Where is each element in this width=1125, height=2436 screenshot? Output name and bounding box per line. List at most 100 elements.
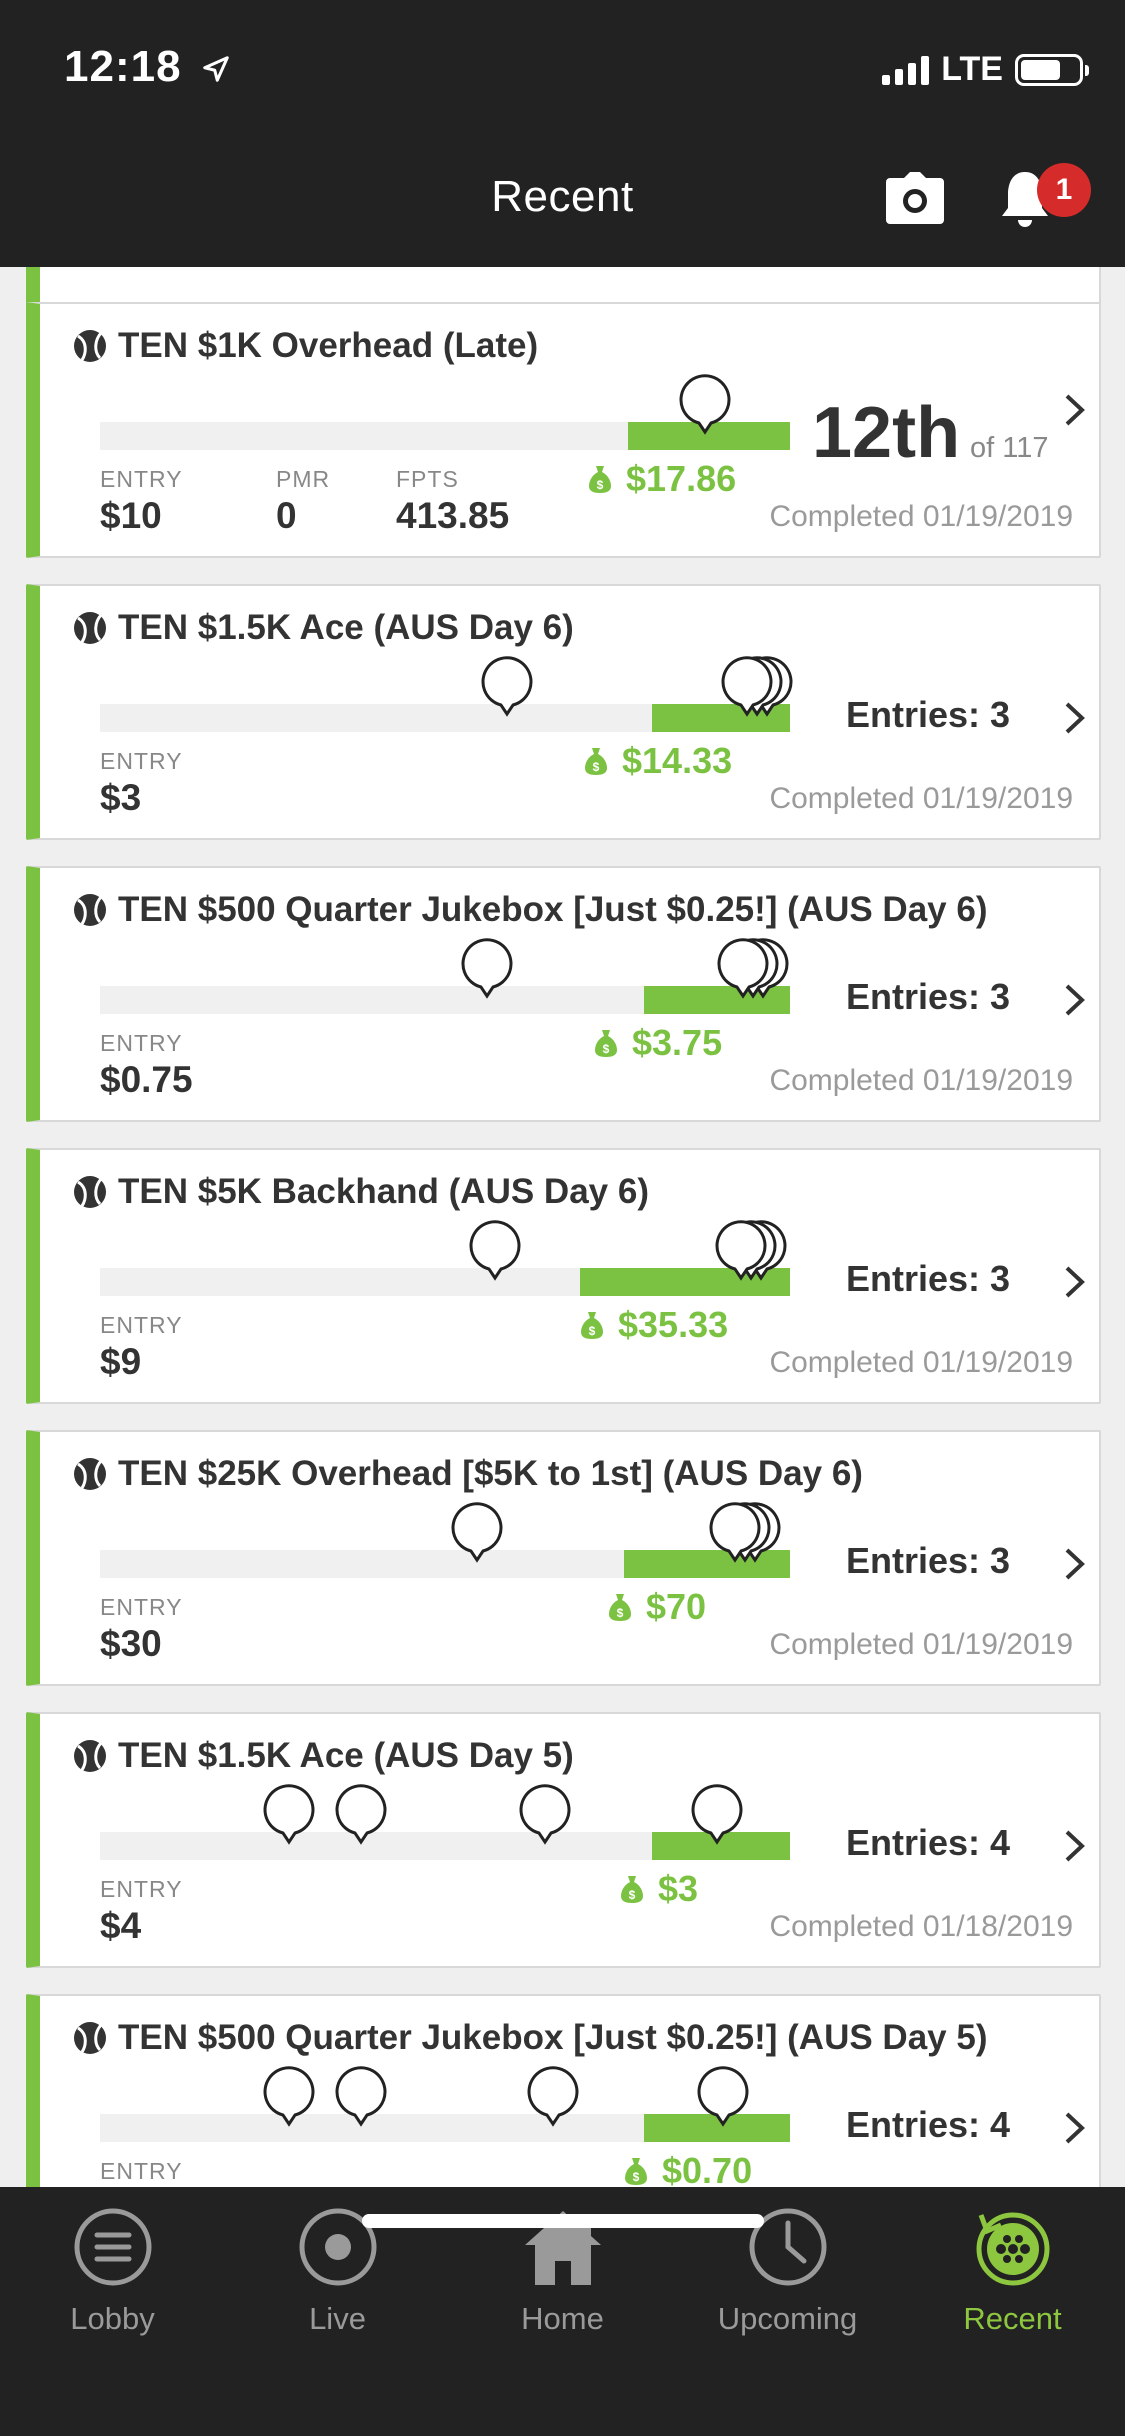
svg-text:$: $ <box>593 760 600 774</box>
prize-amount: $ $3 <box>620 1868 698 1910</box>
pmr-label: PMR <box>276 466 331 492</box>
entry-fee: $10 <box>100 495 162 536</box>
home-indicator[interactable] <box>362 2214 764 2228</box>
contest-title: TEN $5K Backhand (AUS Day 6) <box>72 1172 649 1212</box>
lineup-marker[interactable] <box>696 2066 750 2128</box>
chevron-right-icon[interactable] <box>1062 1264 1088 1300</box>
contest-meta: ENTRY $9 <box>100 1312 183 1383</box>
contest-card[interactable]: TEN $5K Backhand (AUS Day 6) $ $35.33 En… <box>26 1148 1101 1404</box>
completed-date: Completed 01/19/2019 <box>769 782 1073 815</box>
money-bag-icon: $ <box>589 466 611 493</box>
svg-text:$: $ <box>603 1042 610 1056</box>
completed-date: Completed 01/19/2019 <box>769 1628 1073 1661</box>
progress-track <box>100 1268 790 1296</box>
chevron-right-icon[interactable] <box>1062 1546 1088 1582</box>
entries-count: Entries: 4 <box>846 2104 1011 2145</box>
contest-meta: ENTRY $10 PMR 0 FPTS 413.85 <box>100 466 509 537</box>
contest-title-text: TEN $1.5K Ace (AUS Day 5) <box>118 1736 574 1775</box>
lineup-marker[interactable] <box>720 656 774 718</box>
prize-text: $3 <box>658 1868 699 1909</box>
status-time: 12:18 <box>64 42 231 92</box>
progress-track <box>100 1832 790 1860</box>
entries-count: Entries: 3 <box>846 1258 1011 1299</box>
entries-count: Entries: 3 <box>846 694 1011 735</box>
prize-text: $17.86 <box>626 458 737 499</box>
prize-text: $70 <box>646 1586 707 1627</box>
lineup-marker[interactable] <box>678 374 732 436</box>
contest-title-text: TEN $500 Quarter Jukebox [Just $0.25!] (… <box>118 2018 988 2057</box>
entries-count: Entries: 3 <box>846 1540 1011 1581</box>
completed-date: Completed 01/19/2019 <box>769 1064 1073 1097</box>
lineup-marker[interactable] <box>518 1784 572 1846</box>
prize-amount: $ $3.75 <box>594 1022 722 1064</box>
contest-card[interactable]: TEN $1K Overhead (Late) $ $17.86 12th of … <box>26 302 1101 558</box>
tennis-ball-icon <box>74 612 106 644</box>
tennis-ball-icon <box>74 894 106 926</box>
progress-track <box>100 986 790 1014</box>
money-bag-icon: $ <box>609 1594 631 1621</box>
lineup-marker[interactable] <box>334 2066 388 2128</box>
chevron-right-icon[interactable] <box>1062 2110 1088 2146</box>
svg-text:$: $ <box>597 478 604 492</box>
contest-card[interactable]: TEN $500 Quarter Jukebox [Just $0.25!] (… <box>26 866 1101 1122</box>
chevron-right-icon[interactable] <box>1062 1828 1088 1864</box>
entry-label: ENTRY <box>100 1030 183 1056</box>
rank-text: 12th <box>812 393 961 473</box>
lineup-marker[interactable] <box>334 1784 388 1846</box>
lineup-marker[interactable] <box>716 938 770 1000</box>
contest-card[interactable]: TEN $500 Quarter Jukebox [Just $0.25!] (… <box>26 1994 1101 2187</box>
contest-card[interactable]: TEN $1.5K Ace (AUS Day 5) $ $3 Entries: … <box>26 1712 1101 1968</box>
entry-label: ENTRY <box>100 2158 183 2184</box>
lineup-marker[interactable] <box>262 2066 316 2128</box>
entries-count: Entries: 3 <box>846 976 1011 1017</box>
entry-label: ENTRY <box>100 748 183 774</box>
lineup-marker[interactable] <box>526 2066 580 2128</box>
lineup-marker[interactable] <box>480 656 534 718</box>
lineup-marker[interactable] <box>714 1220 768 1282</box>
chevron-right-icon[interactable] <box>1062 392 1088 428</box>
contest-card[interactable]: TEN $25K Overhead [$5K to 1st] (AUS Day … <box>26 1430 1101 1686</box>
fpts-value: 413.85 <box>396 495 510 536</box>
entry-fee: $30 <box>100 1623 162 1664</box>
contest-card[interactable]: TEN $1.5K Ace (AUS Day 6) $ $14.33 Entri… <box>26 584 1101 840</box>
tennis-ball-icon <box>74 1176 106 1208</box>
contest-title: TEN $25K Overhead [$5K to 1st] (AUS Day … <box>72 1454 863 1494</box>
money-bag-icon: $ <box>621 1876 643 1903</box>
signal-icon <box>882 55 930 85</box>
prize-amount: $ $17.86 <box>588 458 736 500</box>
contest-title-text: TEN $25K Overhead [$5K to 1st] (AUS Day … <box>118 1454 863 1493</box>
notification-badge[interactable]: 1 <box>1037 163 1091 217</box>
contest-meta: ENTRY $3 <box>100 748 183 819</box>
contest-list[interactable]: TEN $1K Overhead (Late) $ $17.86 12th of … <box>0 267 1125 2187</box>
lineup-marker[interactable] <box>690 1784 744 1846</box>
entry-fee: $4 <box>100 1905 142 1946</box>
tab-label: Home <box>521 2301 604 2336</box>
contest-title: TEN $1.5K Ace (AUS Day 5) <box>72 1736 574 1776</box>
network-label: LTE <box>941 50 1003 88</box>
prize-amount: $ $0.70 <box>624 2150 752 2187</box>
entries-count: Entries: 4 <box>846 1822 1011 1863</box>
chevron-right-icon[interactable] <box>1062 982 1088 1018</box>
tab-recent[interactable]: Recent <box>900 2205 1125 2337</box>
svg-text:$: $ <box>589 1324 596 1338</box>
chevron-right-icon[interactable] <box>1062 700 1088 736</box>
page-title: Recent <box>491 172 634 221</box>
lineup-marker[interactable] <box>708 1502 762 1564</box>
prize-text: $14.33 <box>622 740 733 781</box>
completed-date: Completed 01/19/2019 <box>769 1346 1073 1379</box>
tab-label: Recent <box>963 2301 1062 2336</box>
contest-title: TEN $500 Quarter Jukebox [Just $0.25!] (… <box>72 890 987 930</box>
lineup-marker[interactable] <box>262 1784 316 1846</box>
camera-icon[interactable] <box>884 170 946 226</box>
lineup-marker[interactable] <box>460 938 514 1000</box>
tab-lobby[interactable]: Lobby <box>0 2205 225 2337</box>
top-bar: 12:18 LTE Recent 1 <box>0 0 1125 267</box>
battery-icon <box>1015 53 1089 86</box>
tennis-ball-icon <box>74 1458 106 1490</box>
prize-amount: $ $35.33 <box>580 1304 728 1346</box>
lineup-marker[interactable] <box>468 1220 522 1282</box>
contest-meta: ENTRY <box>100 2158 183 2185</box>
lineup-marker[interactable] <box>450 1502 504 1564</box>
contest-title-text: TEN $500 Quarter Jukebox [Just $0.25!] (… <box>118 890 988 929</box>
entry-label: ENTRY <box>100 1594 183 1620</box>
